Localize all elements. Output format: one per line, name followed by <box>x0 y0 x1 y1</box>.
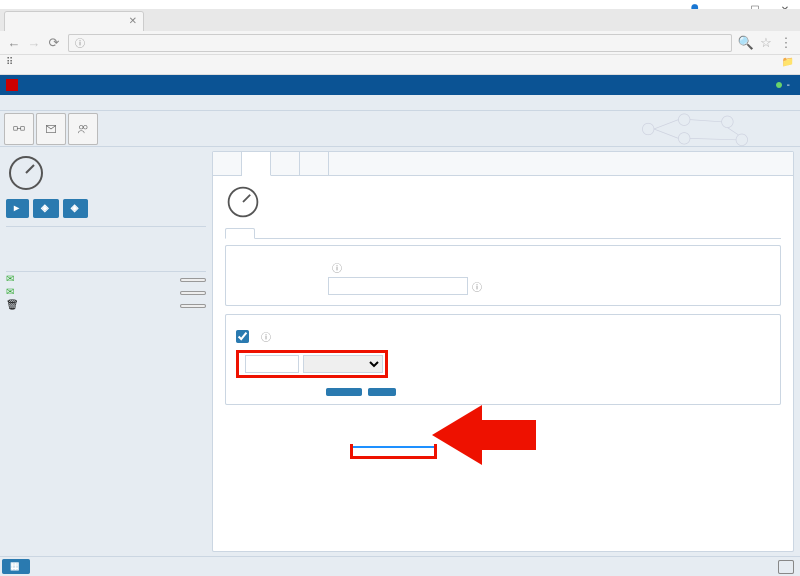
table-row <box>8 261 204 265</box>
contacts-button[interactable] <box>68 113 98 145</box>
search-icon[interactable]: 🔍 <box>736 33 756 53</box>
configure-button[interactable]: ◈ <box>33 199 59 218</box>
folders-heading <box>6 271 206 272</box>
connect-button[interactable] <box>4 113 34 145</box>
content-area: ▸ ◈ ◈ ✉ ✉ 🗑 <box>0 147 800 556</box>
table-row <box>8 255 204 259</box>
interval-unit-dropdown <box>350 444 437 459</box>
apps-button[interactable]: ⠿ <box>6 57 16 68</box>
connection-name-group: ⓘ ⓘ <box>225 245 781 306</box>
tab-test[interactable] <box>213 152 242 175</box>
start-button[interactable]: ▦ <box>2 559 30 574</box>
table-row <box>8 237 204 241</box>
forward-button[interactable]: → <box>24 33 44 53</box>
reload-button[interactable]: ⟳ <box>44 33 64 53</box>
back-button[interactable]: ← <box>4 33 24 53</box>
main-panel: ⓘ ⓘ ⓘ <box>212 151 794 552</box>
inbox-icon: ✉ <box>6 274 14 285</box>
star-icon[interactable]: ☆ <box>756 33 776 53</box>
send-icon <box>44 122 58 136</box>
option-weeks[interactable] <box>353 454 434 456</box>
bookmark-bar: ⠿ 📁 <box>0 55 800 75</box>
folder-row-outbox: ✉ <box>6 287 206 298</box>
open-outbox-button[interactable] <box>180 291 206 295</box>
status-dot-icon <box>776 82 782 88</box>
panel-header <box>225 184 781 220</box>
open-deleted-button[interactable] <box>180 304 206 308</box>
main-tabs <box>213 152 793 176</box>
start-icon: ▦ <box>10 561 19 572</box>
other-bookmarks[interactable]: 📁 <box>782 57 794 68</box>
table-row <box>8 231 204 235</box>
gauge-icon <box>225 184 261 220</box>
address-bar[interactable]: ⓘ <box>68 34 732 52</box>
info-icon: ⓘ <box>75 35 85 50</box>
sub-tabs <box>225 228 781 239</box>
open-inbox-button[interactable] <box>180 278 206 282</box>
browser-tab-bar: ✕ <box>0 9 800 31</box>
subtab-advanced[interactable] <box>285 228 315 238</box>
annotation-arrow-tail <box>480 420 536 450</box>
interval-unit-select[interactable] <box>303 355 383 373</box>
table-row <box>8 249 204 253</box>
trash-icon: 🗑 <box>6 300 19 311</box>
browser-tab[interactable]: ✕ <box>4 11 144 31</box>
subtab-message[interactable] <box>255 228 285 238</box>
network-decorative-icon <box>610 111 780 147</box>
help-icon[interactable]: ⓘ <box>261 329 271 344</box>
help-icon[interactable]: ⓘ <box>472 279 482 294</box>
connect-icon <box>12 122 26 136</box>
folder-row-inbox: ✉ <box>6 274 206 285</box>
subtab-general[interactable] <box>225 228 255 239</box>
send-button[interactable] <box>36 113 66 145</box>
connection-heading <box>6 226 206 227</box>
user-area: - <box>776 80 794 91</box>
monitor-icon[interactable] <box>778 560 794 574</box>
tab-close-icon[interactable]: ✕ <box>129 16 137 27</box>
sensor-summary <box>6 153 206 193</box>
menu-icon[interactable]: ⋮ <box>776 33 796 53</box>
cancel-button[interactable] <box>368 388 396 396</box>
table-row <box>8 243 204 247</box>
url-bar: ← → ⟳ ⓘ 🔍 ☆ ⋮ <box>0 31 800 55</box>
contacts-icon <box>76 122 90 136</box>
app-logo-icon <box>6 79 18 91</box>
statusbar: ▦ <box>0 556 800 576</box>
app-header: - <box>0 75 800 95</box>
read-periodically-checkbox[interactable] <box>236 330 249 343</box>
interval-input[interactable] <box>245 355 299 373</box>
ok-button[interactable] <box>326 388 362 396</box>
annotation-arrow-icon <box>432 405 482 465</box>
connection-table <box>6 229 206 267</box>
menubar <box>0 95 800 111</box>
left-column: ▸ ◈ ◈ ✉ ✉ 🗑 <box>0 147 212 556</box>
gauge-icon <box>6 153 46 193</box>
periodic-read-group: ⓘ <box>225 314 781 405</box>
help-icon[interactable]: ⓘ <box>332 260 342 275</box>
events-button[interactable]: ◈ <box>63 199 89 218</box>
tab-help[interactable] <box>300 152 329 175</box>
folder-row-deleted: 🗑 <box>6 300 206 311</box>
domain-input[interactable] <box>328 277 468 295</box>
interval-highlight <box>236 350 388 378</box>
outbox-icon: ✉ <box>6 287 14 298</box>
tab-configure[interactable] <box>242 152 271 176</box>
test-button[interactable]: ▸ <box>6 199 29 218</box>
tab-events[interactable] <box>271 152 300 175</box>
